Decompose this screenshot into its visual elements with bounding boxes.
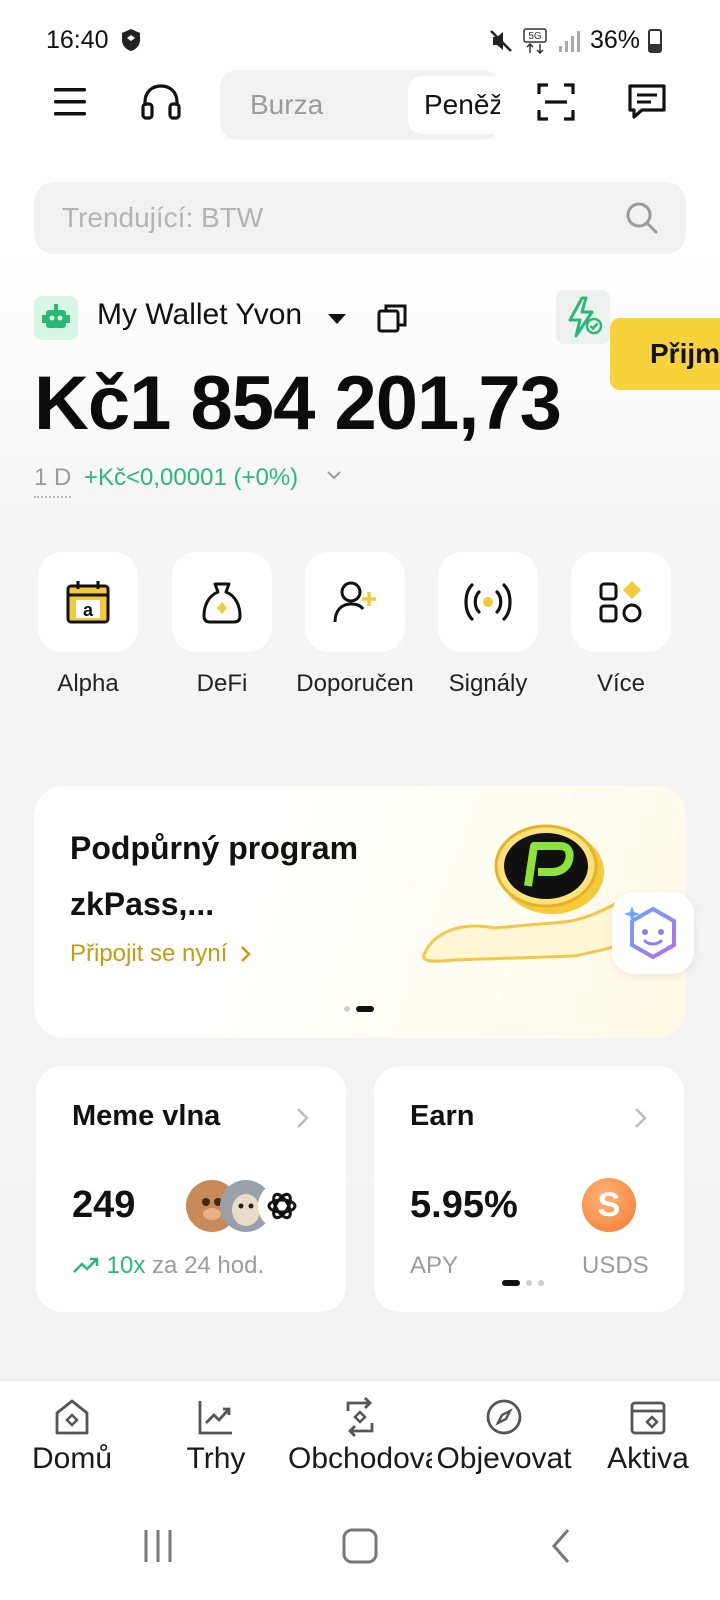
meme-token-avatars <box>186 1180 306 1232</box>
chevron-down-icon[interactable] <box>328 314 346 324</box>
nav-label: Obchodovat <box>288 1442 432 1475</box>
chevron-right-icon <box>241 946 251 962</box>
copy-icon[interactable] <box>376 302 408 334</box>
usds-token-icon: S <box>582 1178 636 1232</box>
meme-count: 249 <box>72 1184 136 1226</box>
shortcut-signaly[interactable]: Signály <box>438 552 538 697</box>
mode-switch: Burza Peněž <box>220 70 500 140</box>
meme-wave-card[interactable]: Meme vlna 249 10x za 24 hod. <box>36 1066 346 1312</box>
discover-icon <box>486 1399 522 1435</box>
nav-label: Aktiva <box>607 1442 689 1475</box>
menu-icon[interactable] <box>52 84 90 120</box>
shortcut-label: Alpha <box>57 670 119 697</box>
status-icons: 5G 36% <box>488 26 662 55</box>
signal-icon <box>558 30 580 52</box>
headset-icon[interactable] <box>140 82 182 122</box>
defi-bag-icon <box>202 582 242 624</box>
robot-icon <box>42 304 70 328</box>
nav-trade[interactable]: Obchodovat <box>288 1381 432 1497</box>
banner-link-label: Připojit se nyní <box>70 940 228 967</box>
system-navigation <box>0 1496 720 1600</box>
nav-label: Trhy <box>186 1442 246 1475</box>
back-icon[interactable] <box>542 1526 582 1566</box>
shortcut-label: Doporučen <box>296 670 414 697</box>
receive-button[interactable]: Přijm <box>610 318 720 390</box>
earn-apy-value: 5.95% <box>410 1184 518 1226</box>
ai-face-icon <box>624 906 676 959</box>
earn-card[interactable]: Earn 5.95% S APY USDS <box>374 1066 684 1312</box>
wallet-avatar[interactable] <box>34 296 78 340</box>
bolt-check-badge[interactable] <box>556 290 610 344</box>
assets-icon <box>630 1401 666 1435</box>
card-title: Earn <box>410 1100 475 1132</box>
shortcut-alpha[interactable]: a Alpha <box>38 552 138 697</box>
shortcut-label: Více <box>596 670 646 697</box>
nav-discover[interactable]: Objevovat <box>432 1381 576 1497</box>
balance-change: +Kč<0,00001 (+0%) <box>84 464 299 491</box>
card-title: Meme vlna <box>72 1100 221 1132</box>
search-input[interactable]: Trendující: BTW <box>62 182 263 254</box>
nav-home[interactable]: Domů <box>0 1381 144 1497</box>
carousel-indicator <box>502 1280 544 1286</box>
chevron-down-icon[interactable] <box>325 466 343 484</box>
nav-assets[interactable]: Aktiva <box>576 1381 720 1497</box>
add-user-icon <box>333 581 376 623</box>
svg-text:a: a <box>83 600 94 620</box>
mute-icon <box>490 29 512 52</box>
tab-penezenka[interactable]: Peněž <box>408 76 500 134</box>
bolt-icon <box>568 296 603 338</box>
tab-burza[interactable]: Burza <box>250 70 323 140</box>
trending-up-icon <box>73 1257 99 1273</box>
meme-growth: 10x za 24 hod. <box>72 1252 264 1280</box>
banner-title: Podpůrný program zkPass,... <box>70 830 359 922</box>
shortcut-vice[interactable]: Více <box>571 552 671 697</box>
shortcut-doporuceni[interactable]: Doporučen <box>296 552 414 697</box>
home-icon <box>55 1399 89 1435</box>
svg-text:5G: 5G <box>528 31 542 42</box>
ai-assistant-button[interactable] <box>612 892 694 974</box>
shortcut-label: Signály <box>448 670 528 697</box>
earn-apy-label: APY <box>410 1252 459 1279</box>
scan-icon[interactable] <box>536 82 576 122</box>
meme-period: za 24 hod. <box>152 1252 265 1279</box>
nav-label: Objevovat <box>436 1442 572 1475</box>
nav-markets[interactable]: Trhy <box>144 1381 288 1497</box>
search-icon[interactable] <box>624 200 660 236</box>
alpha-calendar-icon: a <box>66 581 110 624</box>
nav-label: Domů <box>31 1442 113 1475</box>
chevron-right-icon <box>635 1108 647 1128</box>
5g-icon: 5G <box>523 27 547 54</box>
home-button-icon[interactable] <box>340 1526 380 1566</box>
chevron-right-icon <box>297 1108 309 1128</box>
banner-link[interactable]: Připojit se nyní <box>70 940 254 968</box>
status-time: 16:40 <box>46 26 109 54</box>
promo-banner[interactable]: Podpůrný program zkPass,... Připojit se … <box>34 786 686 1038</box>
meme-multiplier: 10x <box>106 1252 146 1279</box>
bottom-navigation: Domů Trhy Obchodovat Objevovat Aktiva <box>0 1380 720 1496</box>
trade-icon <box>346 1397 374 1437</box>
battery-icon <box>648 28 662 53</box>
message-icon[interactable] <box>626 82 668 122</box>
signal-broadcast-icon <box>464 583 512 621</box>
search-bar[interactable]: Trendující: BTW <box>34 182 686 254</box>
earn-token-label: USDS <box>582 1252 649 1279</box>
shield-icon <box>122 29 140 51</box>
carousel-indicator <box>344 1006 374 1012</box>
wallet-name[interactable]: My Wallet Yvon <box>97 298 302 332</box>
period-selector[interactable]: 1 D <box>34 464 72 498</box>
markets-icon <box>198 1401 232 1435</box>
recent-apps-icon[interactable] <box>138 1526 178 1566</box>
shortcut-label: DeFi <box>196 670 248 697</box>
more-grid-icon <box>599 581 642 623</box>
shortcut-defi[interactable]: DeFi <box>172 552 272 697</box>
wallet-balance: Kč1 854 201,73 <box>34 361 562 446</box>
battery-percent: 36% <box>589 26 640 54</box>
